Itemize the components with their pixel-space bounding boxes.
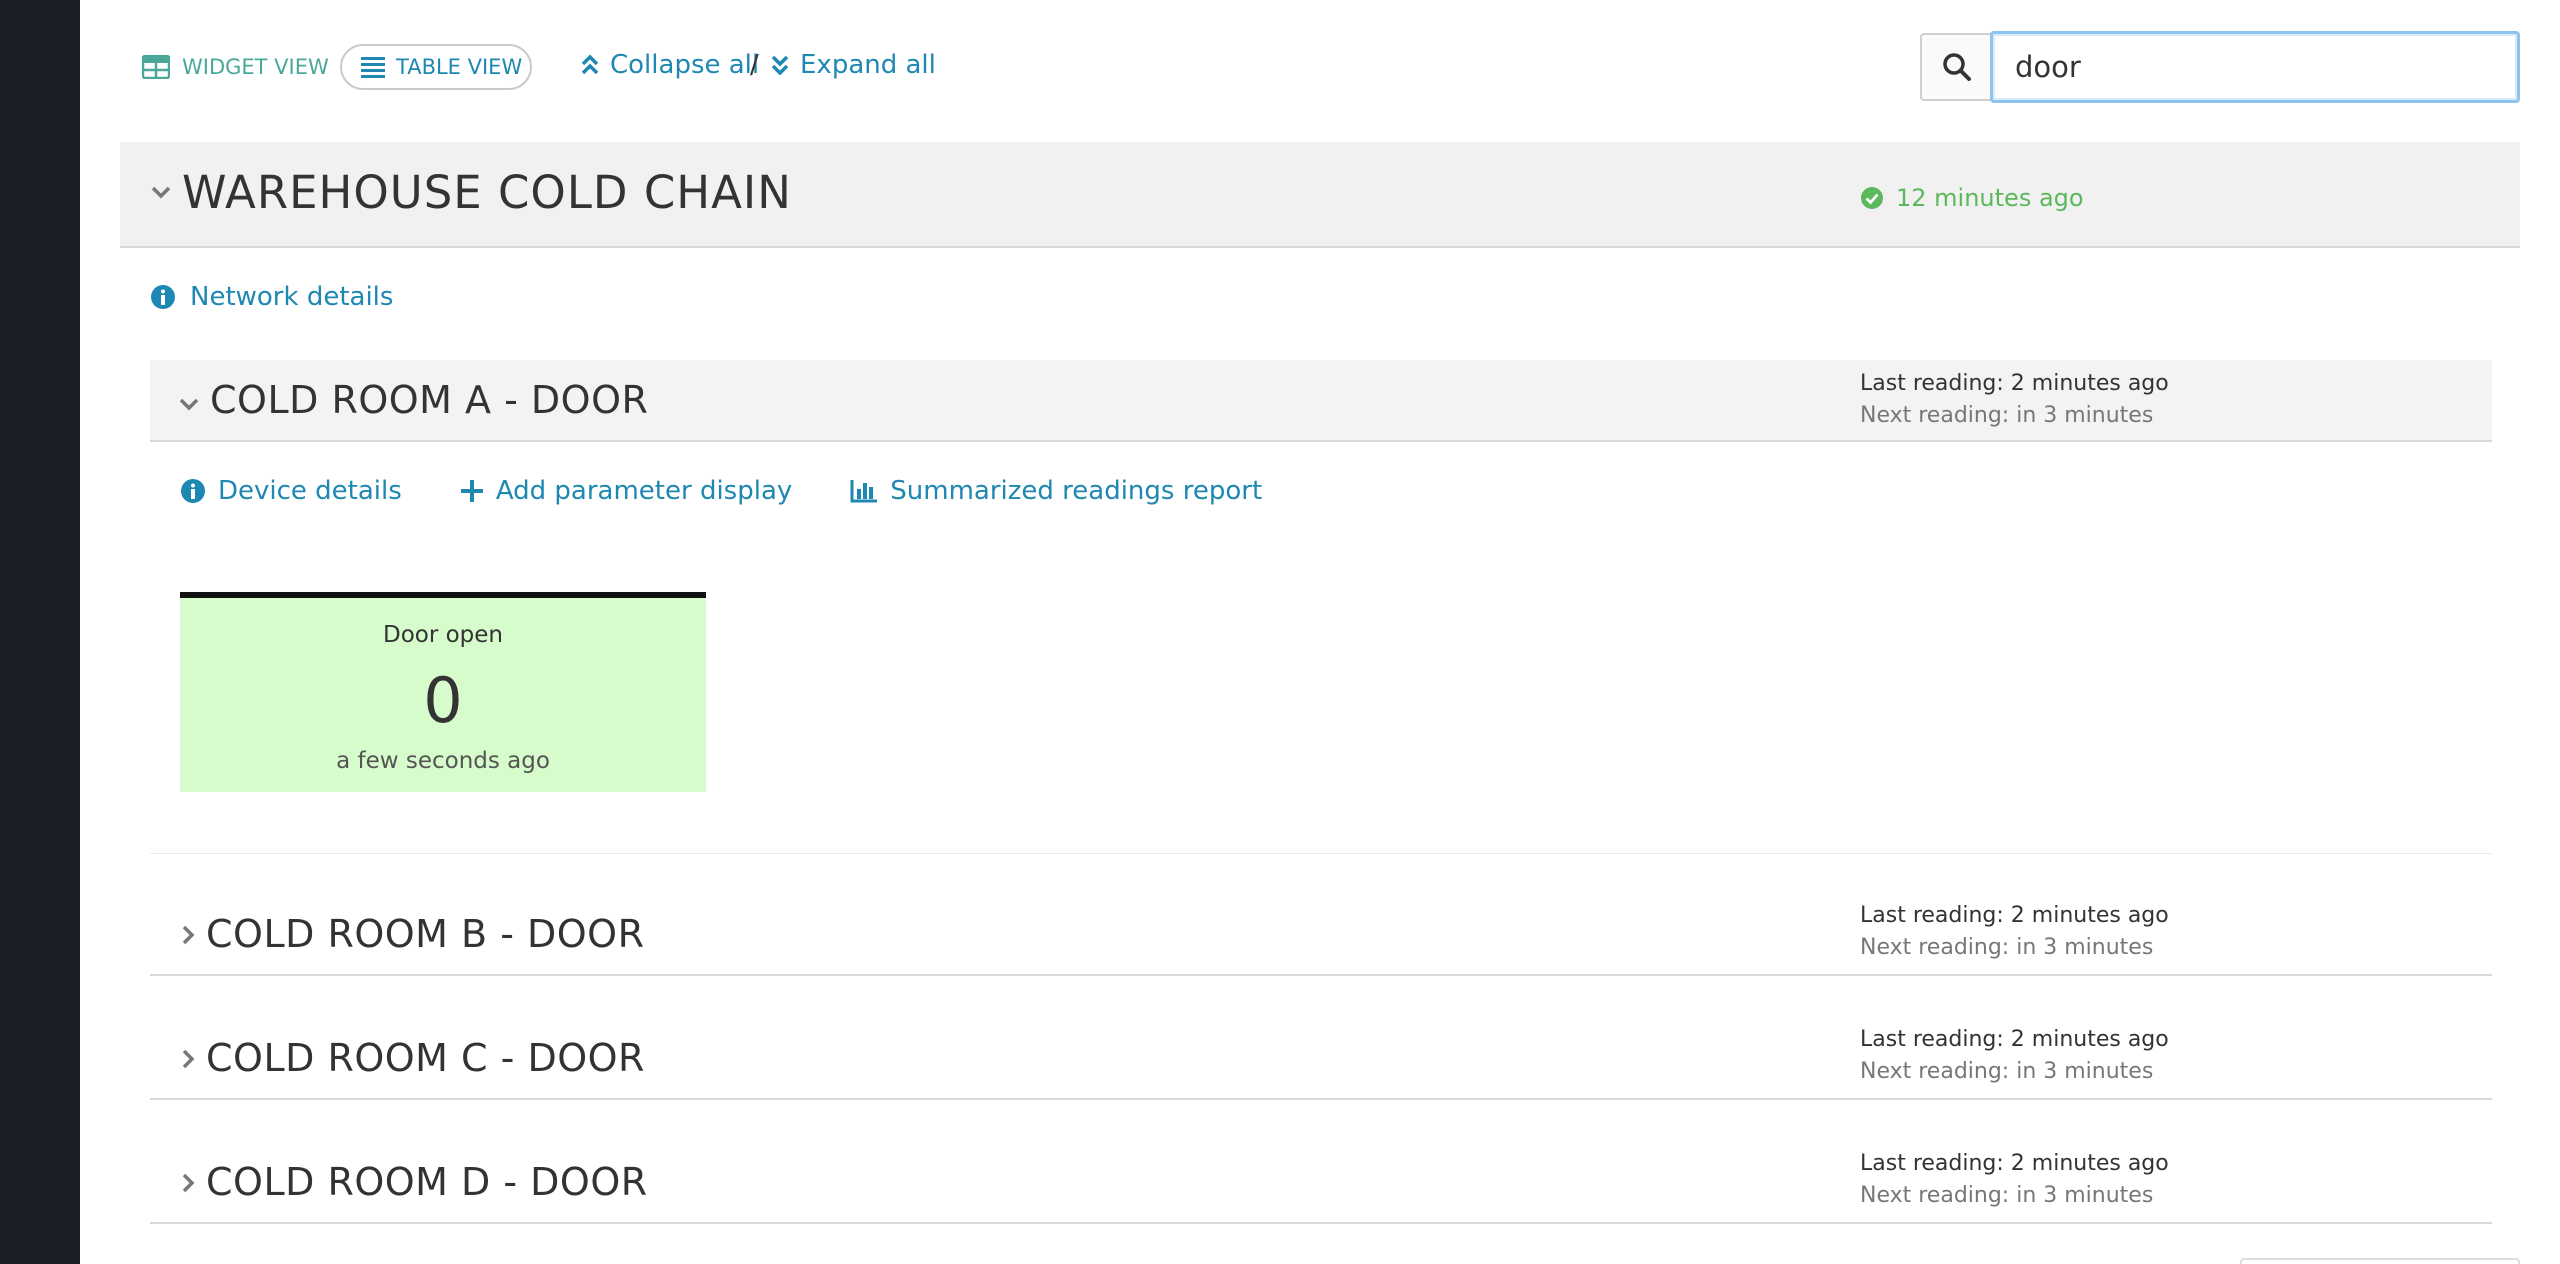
widget-view-label: WIDGET VIEW	[182, 55, 329, 79]
chevron-down-icon[interactable]	[150, 184, 172, 200]
check-circle-icon	[1861, 187, 1883, 209]
toolbar-separator: /	[750, 50, 759, 80]
search-icon	[1943, 53, 1971, 81]
footer-button-edge	[2240, 1258, 2520, 1264]
add-parameter-display-label: Add parameter display	[495, 476, 793, 506]
search-button[interactable]	[1920, 33, 1992, 101]
network-status-text: 12 minutes ago	[1896, 184, 2084, 212]
network-status: 12 minutes ago	[1860, 184, 2084, 212]
widget-timestamp: a few seconds ago	[336, 748, 550, 774]
double-chevron-up-icon	[581, 54, 599, 75]
device-title: COLD ROOM B - DOOR	[206, 912, 645, 956]
network-details-label: Network details	[190, 282, 394, 312]
collapse-all-label: Collapse all	[610, 50, 760, 80]
collapse-all-link[interactable]: Collapse all	[580, 50, 759, 80]
search-input[interactable]	[1990, 31, 2520, 103]
table-view-button[interactable]: TABLE VIEW	[340, 44, 532, 90]
bar-chart-icon	[850, 480, 878, 503]
device-header-cold-room-b[interactable]: COLD ROOM B - DOOR Last reading: 2 minut…	[150, 890, 2492, 976]
info-circle-icon	[151, 285, 175, 309]
widget-view-button[interactable]: WIDGET VIEW	[142, 52, 329, 82]
next-reading: Next reading: in 3 minutes	[1860, 1183, 2154, 1208]
plus-icon	[460, 480, 483, 502]
last-reading: Last reading: 2 minutes ago	[1860, 1151, 2169, 1176]
widget-grid-icon	[142, 55, 170, 79]
device-header-cold-room-a[interactable]: COLD ROOM A - DOOR Last reading: 2 minut…	[150, 360, 2492, 442]
widget-value: 0	[423, 664, 463, 737]
network-details-link[interactable]: Network details	[150, 282, 393, 312]
widget-label: Door open	[382, 622, 504, 648]
expand-all-link[interactable]: Expand all	[770, 50, 936, 80]
device-reading-info: Last reading: 2 minutes ago Next reading…	[1860, 368, 2169, 432]
chevron-right-icon[interactable]	[180, 924, 196, 946]
parameter-widget-door-open[interactable]: Door open 0 a few seconds ago	[180, 592, 706, 792]
table-view-label: TABLE VIEW	[396, 55, 523, 79]
next-reading: Next reading: in 3 minutes	[1860, 935, 2154, 960]
add-parameter-display-link[interactable]: Add parameter display	[460, 476, 792, 506]
chevron-right-icon[interactable]	[180, 1172, 196, 1194]
device-header-cold-room-d[interactable]: COLD ROOM D - DOOR Last reading: 2 minut…	[150, 1138, 2492, 1224]
last-reading: Last reading: 2 minutes ago	[1860, 1027, 2169, 1052]
device-details-link[interactable]: Device details	[180, 476, 402, 506]
device-reading-info: Last reading: 2 minutes ago Next reading…	[1860, 1148, 2169, 1212]
network-title: WAREHOUSE COLD CHAIN	[182, 166, 792, 219]
device-reading-info: Last reading: 2 minutes ago Next reading…	[1860, 900, 2169, 964]
device-title: COLD ROOM A - DOOR	[210, 378, 649, 422]
device-actions: Device details Add parameter display Sum…	[180, 476, 1320, 506]
network-header[interactable]: WAREHOUSE COLD CHAIN 12 minutes ago	[120, 142, 2520, 248]
device-reading-info: Last reading: 2 minutes ago Next reading…	[1860, 1024, 2169, 1088]
last-reading: Last reading: 2 minutes ago	[1860, 371, 2169, 396]
last-reading: Last reading: 2 minutes ago	[1860, 903, 2169, 928]
double-chevron-down-icon	[771, 55, 789, 76]
next-reading: Next reading: in 3 minutes	[1860, 403, 2154, 428]
next-reading: Next reading: in 3 minutes	[1860, 1059, 2154, 1084]
device-title: COLD ROOM C - DOOR	[206, 1036, 645, 1080]
device-details-label: Device details	[218, 476, 402, 506]
list-icon	[361, 57, 385, 78]
chevron-down-icon[interactable]	[178, 396, 200, 412]
expand-all-label: Expand all	[800, 50, 936, 80]
chevron-right-icon[interactable]	[180, 1048, 196, 1070]
divider	[150, 853, 2492, 854]
device-title: COLD ROOM D - DOOR	[206, 1160, 648, 1204]
info-circle-icon	[181, 479, 205, 503]
device-header-cold-room-c[interactable]: COLD ROOM C - DOOR Last reading: 2 minut…	[150, 1014, 2492, 1100]
app-sidebar	[0, 0, 80, 1264]
summarized-readings-report-label: Summarized readings report	[890, 476, 1263, 506]
summarized-readings-report-link[interactable]: Summarized readings report	[850, 476, 1262, 506]
